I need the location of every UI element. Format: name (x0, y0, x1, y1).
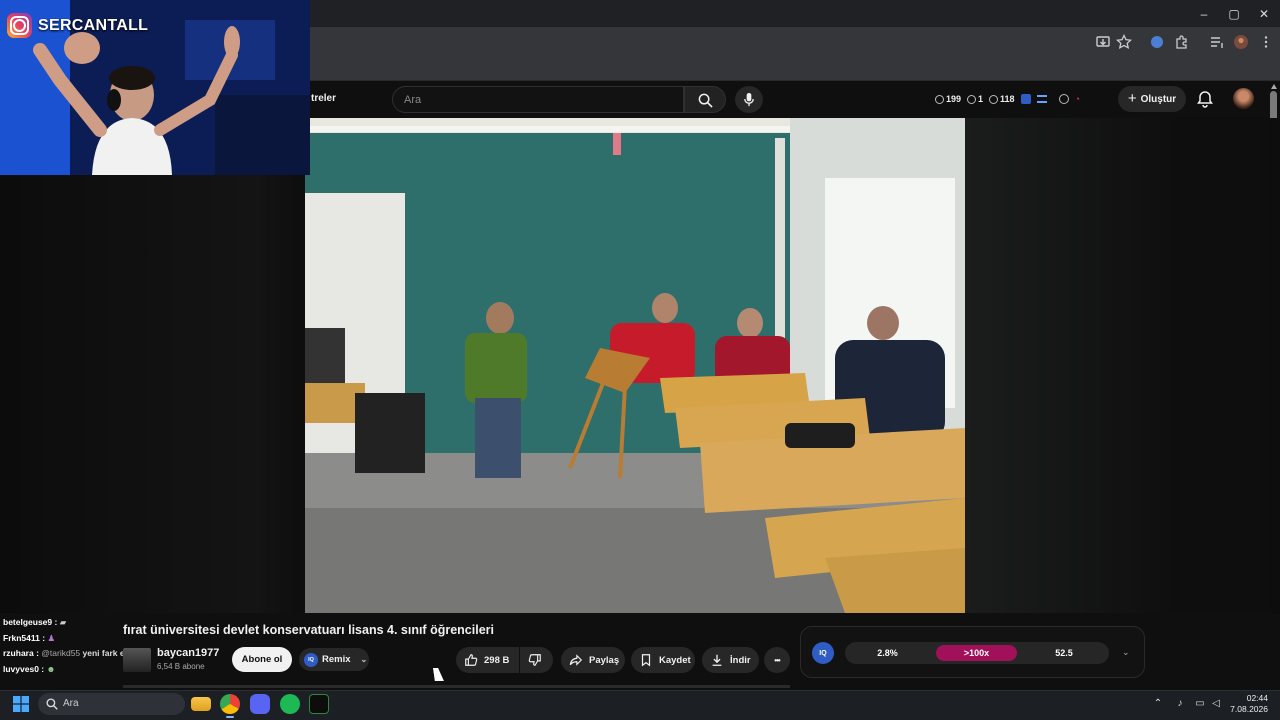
tray-time: 02:44 (1246, 693, 1268, 703)
emote-icon: ▰ (59, 617, 67, 627)
horizontal-scrollbar[interactable] (123, 685, 790, 688)
network-icon[interactable]: ▭ (1194, 698, 1206, 710)
chat-message: luvyves0 : ☻ (3, 663, 56, 674)
media-queue-icon[interactable] (1209, 34, 1225, 50)
like-button[interactable]: 298 B (456, 647, 519, 673)
iq-stat-score: 52.5 (1055, 648, 1073, 658)
clock[interactable]: 02:44 7.08.2026 (1228, 693, 1268, 715)
iq-stat-percentage: 2.8% (877, 648, 898, 658)
chevron-down-icon: ⌄ (360, 655, 368, 664)
tray-date: 7.08.2026 (1230, 704, 1268, 714)
chevron-down-icon[interactable]: ⌄ (1122, 647, 1132, 657)
award-icon[interactable] (1058, 94, 1069, 104)
thumbs-up-icon (465, 654, 478, 666)
search-icon (698, 93, 713, 108)
video-frame (305, 118, 965, 613)
plus-icon: + (1127, 90, 1137, 107)
list-icon[interactable] (1036, 95, 1047, 103)
video-player[interactable] (305, 118, 965, 613)
share-button[interactable]: Paylaş (561, 647, 625, 673)
download-button[interactable]: İndir (702, 647, 759, 673)
account-avatar[interactable] (1233, 88, 1254, 109)
profile-avatar-icon[interactable] (1233, 34, 1249, 50)
search-placeholder: Ara (404, 94, 422, 106)
dislike-button[interactable] (520, 647, 553, 673)
stream-chat: betelgeuse9 : ▰ Frkn5411 : ♟ rzuhara : @… (3, 615, 143, 677)
search-input[interactable]: Ara (392, 86, 684, 113)
subscribe-button[interactable]: Abone ol (232, 647, 292, 672)
discord-icon[interactable] (250, 694, 270, 714)
video-title: fırat üniversitesi devlet konservatuarı … (123, 623, 494, 637)
close-button[interactable]: ✕ (1256, 6, 1272, 22)
notification-off-icon[interactable]: ◔ (1075, 94, 1085, 104)
spotify-icon[interactable] (280, 694, 300, 714)
file-explorer-icon[interactable] (191, 697, 211, 711)
iq-icon: IQ (304, 652, 318, 667)
thumbs-down-icon (528, 654, 541, 666)
stat-views: 118 (989, 94, 1015, 104)
active-app-indicator (226, 716, 234, 718)
emote-icon: ♟ (47, 632, 56, 643)
screen: { "browser": { "window_controls": { "min… (0, 0, 1280, 720)
emote-icon: ☻ (46, 663, 56, 674)
remix-button[interactable]: IQ Remix ⌄ (299, 648, 369, 671)
channel-avatar[interactable] (123, 648, 151, 672)
microphone-tray-icon[interactable]: ♪ (1174, 698, 1186, 710)
clock-icon (935, 94, 944, 104)
streamer-name: SERCANTALL (38, 17, 149, 34)
instagram-icon (7, 13, 32, 38)
stat-clock: 199 (935, 94, 961, 104)
search-icon (46, 698, 58, 710)
scroll-up-arrow[interactable] (1271, 84, 1277, 89)
chat-message: Frkn5411 : ♟ (3, 632, 56, 643)
more-actions-button[interactable]: ••• (764, 647, 790, 673)
header-stats: 199 1 118 ◔ (935, 89, 1085, 109)
webcam-overlay: SERCANTALL (0, 0, 310, 175)
channel-name[interactable]: baycan1977 (157, 647, 219, 659)
volume-icon[interactable]: ◁ (1210, 698, 1222, 710)
bookmark-icon (641, 654, 651, 667)
taskbar-search[interactable]: Ara (38, 693, 185, 715)
download-icon (712, 654, 722, 666)
chat-message: rzuhara : @tarikd55 yeni fark ettim aq (3, 648, 143, 658)
eye-icon (967, 94, 977, 104)
extension-shield-icon[interactable] (1149, 34, 1165, 50)
voice-search-button[interactable] (735, 86, 763, 113)
share-arrow-icon (569, 654, 583, 666)
chrome-icon[interactable] (220, 694, 240, 714)
stat-viewers: 1 (967, 94, 983, 104)
extensions-puzzle-icon[interactable] (1174, 34, 1190, 50)
windows-start-icon[interactable] (13, 696, 29, 712)
maximize-button[interactable]: ▢ (1226, 6, 1242, 22)
tray-overflow-chevron-icon[interactable]: ⌃ (1152, 698, 1164, 710)
streaming-app-icon[interactable] (309, 694, 329, 714)
iq-badge-icon[interactable]: IQ (812, 642, 834, 664)
notifications-bell-icon[interactable] (1196, 90, 1214, 108)
search-button[interactable] (684, 86, 726, 113)
microphone-icon (744, 92, 754, 107)
minimize-button[interactable]: – (1196, 6, 1212, 22)
filters-label[interactable]: treler (311, 93, 336, 104)
iq-extension-icon[interactable] (1020, 94, 1031, 104)
iq-stat-multiplier: >100x (936, 645, 1017, 661)
install-app-icon[interactable] (1095, 34, 1111, 50)
mouse-cursor (433, 668, 444, 681)
eye-outline-icon (989, 94, 999, 104)
more-dots-icon: ••• (774, 655, 780, 665)
create-button[interactable]: + Oluştur (1118, 86, 1186, 112)
subscriber-count: 6,54 B abone (157, 662, 205, 671)
browser-menu-icon[interactable] (1258, 34, 1274, 50)
player-ambient-right (965, 118, 1270, 613)
bookmark-star-icon[interactable] (1116, 34, 1132, 50)
chat-message: betelgeuse9 : ▰ (3, 617, 67, 627)
save-button[interactable]: Kaydet (631, 647, 695, 673)
